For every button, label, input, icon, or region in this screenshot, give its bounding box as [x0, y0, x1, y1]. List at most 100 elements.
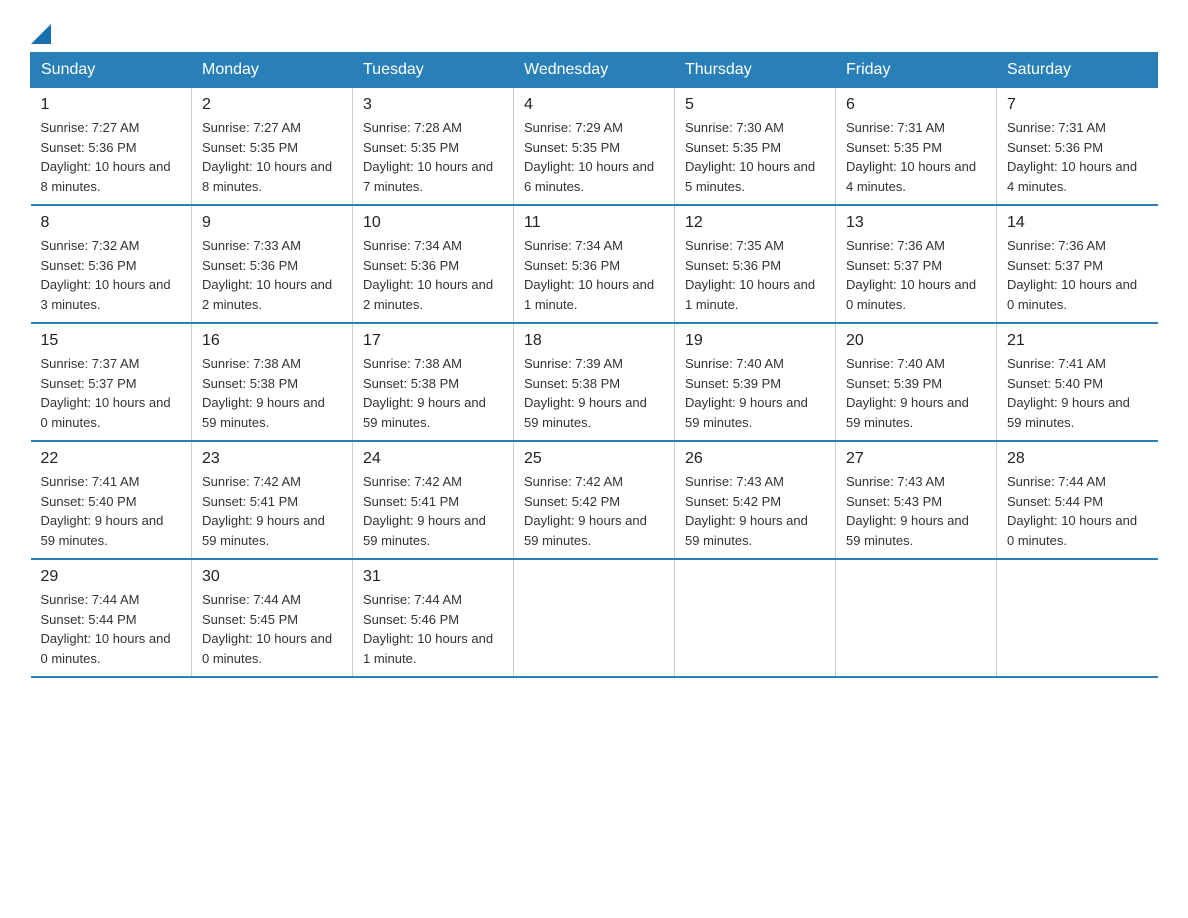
calendar-cell: 24 Sunrise: 7:42 AMSunset: 5:41 PMDaylig… — [353, 441, 514, 559]
calendar-cell: 23 Sunrise: 7:42 AMSunset: 5:41 PMDaylig… — [192, 441, 353, 559]
weekday-header: Sunday — [31, 53, 192, 88]
day-info: Sunrise: 7:30 AMSunset: 5:35 PMDaylight:… — [685, 118, 825, 196]
calendar-cell: 10 Sunrise: 7:34 AMSunset: 5:36 PMDaylig… — [353, 205, 514, 323]
calendar-week-row: 8 Sunrise: 7:32 AMSunset: 5:36 PMDayligh… — [31, 205, 1158, 323]
day-number: 17 — [363, 332, 503, 350]
calendar-cell: 2 Sunrise: 7:27 AMSunset: 5:35 PMDayligh… — [192, 88, 353, 206]
day-info: Sunrise: 7:44 AMSunset: 5:45 PMDaylight:… — [202, 590, 342, 668]
day-info: Sunrise: 7:41 AMSunset: 5:40 PMDaylight:… — [1007, 354, 1148, 432]
calendar-cell: 27 Sunrise: 7:43 AMSunset: 5:43 PMDaylig… — [836, 441, 997, 559]
day-info: Sunrise: 7:35 AMSunset: 5:36 PMDaylight:… — [685, 236, 825, 314]
calendar-cell: 3 Sunrise: 7:28 AMSunset: 5:35 PMDayligh… — [353, 88, 514, 206]
day-number: 2 — [202, 96, 342, 114]
weekday-header: Saturday — [997, 53, 1158, 88]
calendar-cell — [997, 559, 1158, 677]
day-number: 11 — [524, 214, 664, 232]
weekday-header: Tuesday — [353, 53, 514, 88]
day-number: 5 — [685, 96, 825, 114]
calendar-cell: 6 Sunrise: 7:31 AMSunset: 5:35 PMDayligh… — [836, 88, 997, 206]
day-info: Sunrise: 7:37 AMSunset: 5:37 PMDaylight:… — [41, 354, 182, 432]
day-number: 10 — [363, 214, 503, 232]
day-number: 25 — [524, 450, 664, 468]
calendar-cell: 28 Sunrise: 7:44 AMSunset: 5:44 PMDaylig… — [997, 441, 1158, 559]
logo — [30, 20, 53, 42]
day-number: 13 — [846, 214, 986, 232]
day-number: 31 — [363, 568, 503, 586]
calendar-week-row: 1 Sunrise: 7:27 AMSunset: 5:36 PMDayligh… — [31, 88, 1158, 206]
day-info: Sunrise: 7:32 AMSunset: 5:36 PMDaylight:… — [41, 236, 182, 314]
calendar-week-row: 15 Sunrise: 7:37 AMSunset: 5:37 PMDaylig… — [31, 323, 1158, 441]
day-info: Sunrise: 7:43 AMSunset: 5:42 PMDaylight:… — [685, 472, 825, 550]
day-info: Sunrise: 7:40 AMSunset: 5:39 PMDaylight:… — [685, 354, 825, 432]
calendar-cell — [675, 559, 836, 677]
day-info: Sunrise: 7:40 AMSunset: 5:39 PMDaylight:… — [846, 354, 986, 432]
calendar-cell: 22 Sunrise: 7:41 AMSunset: 5:40 PMDaylig… — [31, 441, 192, 559]
calendar-cell: 15 Sunrise: 7:37 AMSunset: 5:37 PMDaylig… — [31, 323, 192, 441]
page-header — [30, 20, 1158, 42]
calendar-week-row: 29 Sunrise: 7:44 AMSunset: 5:44 PMDaylig… — [31, 559, 1158, 677]
weekday-header: Monday — [192, 53, 353, 88]
day-number: 8 — [41, 214, 182, 232]
day-number: 9 — [202, 214, 342, 232]
calendar-cell: 8 Sunrise: 7:32 AMSunset: 5:36 PMDayligh… — [31, 205, 192, 323]
day-info: Sunrise: 7:31 AMSunset: 5:35 PMDaylight:… — [846, 118, 986, 196]
day-info: Sunrise: 7:31 AMSunset: 5:36 PMDaylight:… — [1007, 118, 1148, 196]
calendar-cell: 21 Sunrise: 7:41 AMSunset: 5:40 PMDaylig… — [997, 323, 1158, 441]
day-number: 12 — [685, 214, 825, 232]
calendar-cell: 4 Sunrise: 7:29 AMSunset: 5:35 PMDayligh… — [514, 88, 675, 206]
day-number: 1 — [41, 96, 182, 114]
day-number: 18 — [524, 332, 664, 350]
logo-triangle-icon — [31, 20, 51, 44]
calendar-week-row: 22 Sunrise: 7:41 AMSunset: 5:40 PMDaylig… — [31, 441, 1158, 559]
calendar-cell: 30 Sunrise: 7:44 AMSunset: 5:45 PMDaylig… — [192, 559, 353, 677]
calendar-cell: 12 Sunrise: 7:35 AMSunset: 5:36 PMDaylig… — [675, 205, 836, 323]
day-info: Sunrise: 7:39 AMSunset: 5:38 PMDaylight:… — [524, 354, 664, 432]
day-info: Sunrise: 7:44 AMSunset: 5:44 PMDaylight:… — [1007, 472, 1148, 550]
calendar-cell: 9 Sunrise: 7:33 AMSunset: 5:36 PMDayligh… — [192, 205, 353, 323]
day-number: 6 — [846, 96, 986, 114]
weekday-header: Wednesday — [514, 53, 675, 88]
day-info: Sunrise: 7:44 AMSunset: 5:44 PMDaylight:… — [41, 590, 182, 668]
weekday-header-row: SundayMondayTuesdayWednesdayThursdayFrid… — [31, 53, 1158, 88]
day-info: Sunrise: 7:27 AMSunset: 5:35 PMDaylight:… — [202, 118, 342, 196]
logo-text — [30, 20, 53, 44]
day-number: 4 — [524, 96, 664, 114]
calendar-cell: 18 Sunrise: 7:39 AMSunset: 5:38 PMDaylig… — [514, 323, 675, 441]
calendar-table: SundayMondayTuesdayWednesdayThursdayFrid… — [30, 52, 1158, 678]
day-number: 26 — [685, 450, 825, 468]
calendar-cell: 11 Sunrise: 7:34 AMSunset: 5:36 PMDaylig… — [514, 205, 675, 323]
day-info: Sunrise: 7:33 AMSunset: 5:36 PMDaylight:… — [202, 236, 342, 314]
day-info: Sunrise: 7:42 AMSunset: 5:42 PMDaylight:… — [524, 472, 664, 550]
calendar-cell: 13 Sunrise: 7:36 AMSunset: 5:37 PMDaylig… — [836, 205, 997, 323]
day-info: Sunrise: 7:44 AMSunset: 5:46 PMDaylight:… — [363, 590, 503, 668]
day-number: 28 — [1007, 450, 1148, 468]
day-info: Sunrise: 7:34 AMSunset: 5:36 PMDaylight:… — [363, 236, 503, 314]
day-info: Sunrise: 7:27 AMSunset: 5:36 PMDaylight:… — [41, 118, 182, 196]
day-number: 29 — [41, 568, 182, 586]
day-number: 16 — [202, 332, 342, 350]
day-info: Sunrise: 7:36 AMSunset: 5:37 PMDaylight:… — [846, 236, 986, 314]
logo-icon — [30, 20, 53, 42]
calendar-cell: 14 Sunrise: 7:36 AMSunset: 5:37 PMDaylig… — [997, 205, 1158, 323]
calendar-cell — [836, 559, 997, 677]
day-number: 23 — [202, 450, 342, 468]
weekday-header: Thursday — [675, 53, 836, 88]
calendar-cell: 26 Sunrise: 7:43 AMSunset: 5:42 PMDaylig… — [675, 441, 836, 559]
day-number: 14 — [1007, 214, 1148, 232]
day-info: Sunrise: 7:43 AMSunset: 5:43 PMDaylight:… — [846, 472, 986, 550]
calendar-cell: 31 Sunrise: 7:44 AMSunset: 5:46 PMDaylig… — [353, 559, 514, 677]
day-info: Sunrise: 7:42 AMSunset: 5:41 PMDaylight:… — [202, 472, 342, 550]
day-number: 15 — [41, 332, 182, 350]
day-number: 7 — [1007, 96, 1148, 114]
calendar-cell: 16 Sunrise: 7:38 AMSunset: 5:38 PMDaylig… — [192, 323, 353, 441]
day-info: Sunrise: 7:42 AMSunset: 5:41 PMDaylight:… — [363, 472, 503, 550]
day-info: Sunrise: 7:38 AMSunset: 5:38 PMDaylight:… — [363, 354, 503, 432]
calendar-cell: 7 Sunrise: 7:31 AMSunset: 5:36 PMDayligh… — [997, 88, 1158, 206]
day-number: 24 — [363, 450, 503, 468]
calendar-cell: 29 Sunrise: 7:44 AMSunset: 5:44 PMDaylig… — [31, 559, 192, 677]
day-info: Sunrise: 7:41 AMSunset: 5:40 PMDaylight:… — [41, 472, 182, 550]
calendar-cell: 20 Sunrise: 7:40 AMSunset: 5:39 PMDaylig… — [836, 323, 997, 441]
day-number: 21 — [1007, 332, 1148, 350]
day-info: Sunrise: 7:28 AMSunset: 5:35 PMDaylight:… — [363, 118, 503, 196]
day-info: Sunrise: 7:38 AMSunset: 5:38 PMDaylight:… — [202, 354, 342, 432]
